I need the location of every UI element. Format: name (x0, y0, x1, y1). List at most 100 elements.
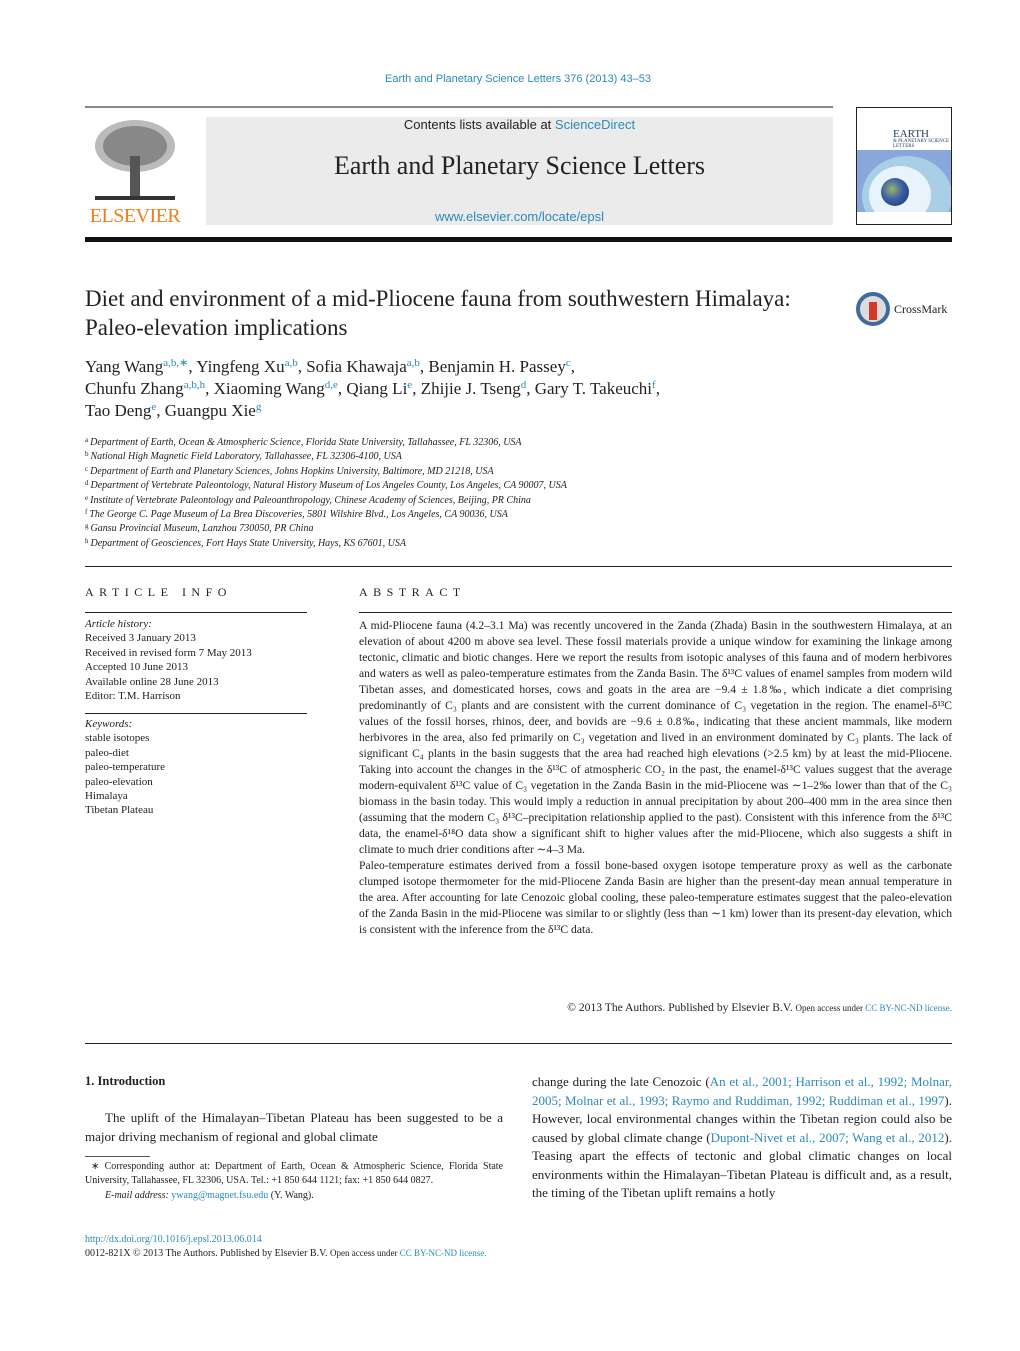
affiliation-marker[interactable]: a,b (407, 357, 420, 369)
divider (85, 612, 307, 613)
affiliation-item: c Department of Earth and Planetary Scien… (85, 465, 785, 479)
affiliation-marker[interactable]: g (256, 401, 262, 413)
keywords-label: Keywords: (85, 718, 133, 730)
article-history: Article history: Received 3 January 2013… (85, 617, 307, 703)
body-text: change during the late Cenozoic ( (532, 1074, 710, 1089)
affiliation-key: e (85, 493, 89, 502)
header-thick-rule (85, 237, 952, 242)
affiliation-item: h Department of Geosciences, Fort Hays St… (85, 537, 785, 551)
author-name[interactable]: Qiang Li (346, 379, 407, 398)
author-name[interactable]: Gary T. Takeuchi (535, 379, 652, 398)
footer-license-link[interactable]: CC BY-NC-ND license. (400, 1248, 487, 1258)
elsevier-logo[interactable]: ELSEVIER (85, 116, 185, 228)
affiliation-text: National High Magnetic Field Laboratory,… (90, 451, 402, 463)
divider (359, 612, 952, 613)
affiliation-marker[interactable]: a,b,∗ (163, 357, 188, 369)
author-name[interactable]: Tao Deng (85, 401, 151, 420)
affiliation-text: The George C. Page Museum of La Brea Dis… (89, 509, 508, 521)
license-link[interactable]: CC BY-NC-ND license. (865, 1003, 952, 1013)
affiliation-key: g (85, 522, 89, 531)
author-name[interactable]: Xiaoming Wang (214, 379, 325, 398)
affiliation-marker[interactable]: a,b (285, 357, 298, 369)
citation-link[interactable]: Dupont-Nivet et al., 2007; Wang et al., … (711, 1130, 945, 1145)
author-name[interactable]: Sofia Khawaja (306, 357, 407, 376)
globe-icon (881, 178, 909, 206)
article-title: Diet and environment of a mid-Pliocene f… (85, 286, 791, 340)
keyword-item: paleo-elevation (85, 775, 153, 788)
affiliation-item: b National High Magnetic Field Laboratory… (85, 450, 785, 464)
abstract-paragraph: Paleo-temperature estimates derived from… (359, 859, 952, 936)
affiliation-text: Department of Earth and Planetary Scienc… (90, 465, 494, 477)
affiliation-text: Department of Vertebrate Paleontology, N… (90, 480, 567, 492)
introduction-text: The uplift of the Himalayan–Tibetan Plat… (85, 1110, 503, 1144)
affiliation-marker[interactable]: a,b,h (184, 379, 205, 391)
email-link[interactable]: ywang@magnet.fsu.edu (171, 1190, 268, 1201)
header-rule (85, 106, 833, 108)
affiliation-marker[interactable]: e (151, 401, 156, 413)
author-name[interactable]: Zhijie J. Tseng (421, 379, 521, 398)
affiliation-item: g Gansu Provincial Museum, Lanzhou 730050… (85, 522, 785, 536)
crossmark-icon (856, 292, 890, 326)
journal-title: Earth and Planetary Science Letters (333, 151, 706, 180)
journal-url-link[interactable]: www.elsevier.com/locate/epsl (206, 209, 833, 224)
divider (85, 713, 307, 714)
crossmark-button[interactable]: CrossMark (856, 290, 956, 328)
abstract-body: A mid-Pliocene fauna (4.2–3.1 Ma) was re… (359, 618, 952, 938)
abstract-copyright: © 2013 The Authors. Published by Elsevie… (567, 1001, 952, 1014)
keyword-item: paleo-temperature (85, 761, 166, 774)
keywords: Keywords: stable isotopes paleo-diet paleo… (85, 717, 307, 818)
section-heading-introduction: 1. Introduction (85, 1074, 166, 1088)
author-name[interactable]: Yingfeng Xu (196, 357, 284, 376)
affiliation-marker[interactable]: d,e (325, 379, 338, 391)
affiliation-key: d (85, 479, 89, 488)
affiliation-key: b (85, 450, 89, 459)
affiliation-item: a Department of Earth, Ocean & Atmospheri… (85, 436, 785, 450)
author-name[interactable]: Guangpu Xie (165, 401, 256, 420)
author-name[interactable]: Benjamin H. Passey (428, 357, 565, 376)
doi-link[interactable]: http://dx.doi.org/10.1016/j.epsl.2013.06… (85, 1234, 262, 1245)
affiliation-list: a Department of Earth, Ocean & Atmospheri… (85, 436, 785, 551)
divider (85, 1043, 952, 1044)
corresponding-author-footnote: ∗ Corresponding author at: Department of… (85, 1161, 504, 1201)
keyword-item: stable isotopes (85, 732, 150, 745)
footer-copyright: 0012-821X © 2013 The Authors. Published … (85, 1248, 487, 1259)
affiliation-text: Institute of Vertebrate Paleontology and… (90, 494, 531, 506)
affiliation-item: e Institute of Vertebrate Paleontology an… (85, 494, 785, 508)
cover-title: EARTH & PLANETARY SCIENCE LETTERS (893, 128, 950, 150)
affiliation-key: f (85, 508, 88, 517)
sciencedirect-link[interactable]: ScienceDirect (555, 117, 635, 132)
affiliation-marker[interactable]: d (521, 379, 527, 391)
history-item: Editor: T.M. Harrison (85, 690, 181, 703)
history-item: Received in revised form 7 May 2013 (85, 646, 252, 659)
history-item: Available online 28 June 2013 (85, 675, 219, 688)
author-name[interactable]: Yang Wang (85, 357, 163, 376)
footnote-rule (85, 1156, 150, 1157)
history-label: Article history: (85, 618, 152, 630)
affiliation-item: d Department of Vertebrate Paleontology, … (85, 479, 785, 493)
elsevier-wordmark: ELSEVIER (89, 205, 181, 227)
tree-icon (95, 120, 175, 200)
affiliation-text: Department of Geosciences, Fort Hays Sta… (90, 537, 407, 549)
keyword-item: Himalaya (85, 790, 128, 803)
divider (85, 566, 952, 567)
journal-cover-image[interactable]: EARTH & PLANETARY SCIENCE LETTERS (856, 107, 952, 225)
keyword-item: Tibetan Plateau (85, 804, 154, 817)
history-item: Accepted 10 June 2013 (85, 661, 188, 674)
affiliation-marker[interactable]: c (566, 357, 571, 369)
affiliation-item: f The George C. Page Museum of La Brea Di… (85, 508, 785, 522)
affiliation-text: Gansu Provincial Museum, Lanzhou 730050,… (90, 523, 314, 535)
affiliation-key: a (85, 436, 89, 444)
journal-reference[interactable]: Earth and Planetary Science Letters 376 … (0, 73, 1020, 85)
affiliation-text: Department of Earth, Ocean & Atmospheric… (90, 437, 522, 448)
affiliation-marker[interactable]: f (652, 379, 656, 391)
introduction-text-continued: change during the late Cenozoic (An et a… (532, 1073, 952, 1203)
contents-line: Contents lists available at ScienceDirec… (403, 117, 636, 132)
author-name[interactable]: Chunfu Zhang (85, 379, 184, 398)
journal-banner: Contents lists available at ScienceDirec… (206, 117, 833, 225)
article-info-heading: ARTICLE INFO (85, 585, 232, 599)
affiliation-key: h (85, 536, 89, 545)
abstract-heading: ABSTRACT (359, 585, 466, 599)
affiliation-key: c (85, 464, 89, 473)
history-item: Received 3 January 2013 (85, 632, 196, 645)
affiliation-marker[interactable]: e (407, 379, 412, 391)
